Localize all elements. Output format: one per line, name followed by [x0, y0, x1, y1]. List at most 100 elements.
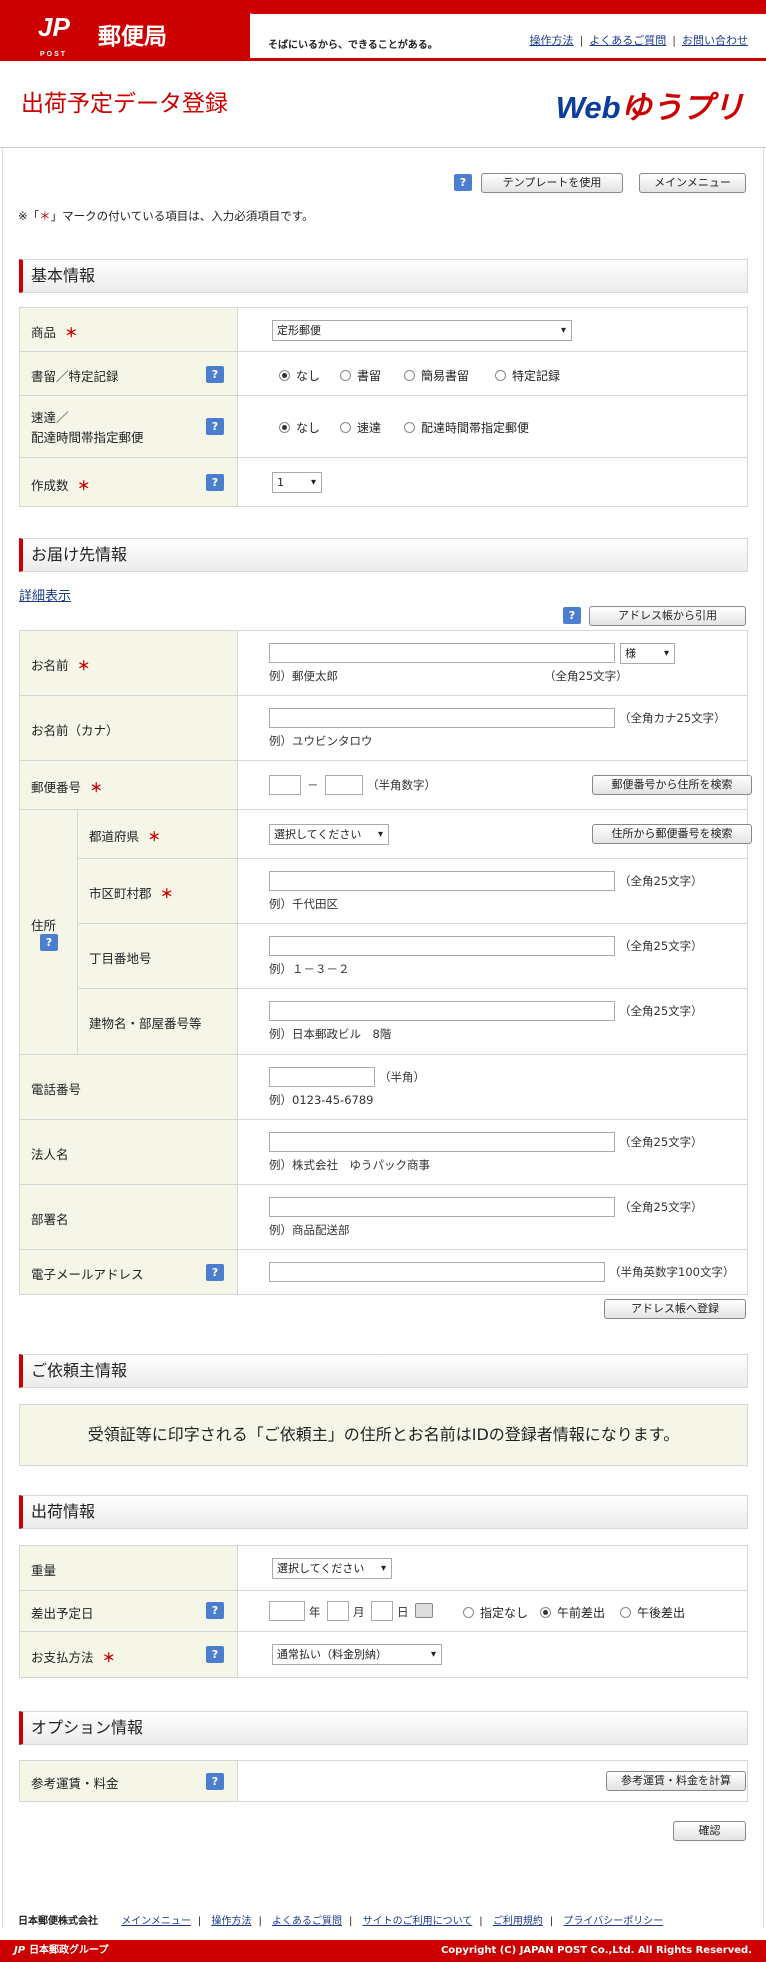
help-icon[interactable]: ?: [206, 1646, 224, 1663]
radio-icon: [404, 422, 415, 433]
kana-label: お名前（カナ）: [31, 723, 119, 738]
dept-input[interactable]: [269, 1197, 615, 1217]
city-input[interactable]: [269, 871, 615, 891]
help-icon[interactable]: ?: [454, 174, 472, 191]
web-yupri-logo: Webゆうプリ: [556, 82, 744, 127]
radio-time-none[interactable]: 指定なし: [463, 1604, 528, 1621]
page-border-left: [2, 148, 3, 1928]
pref-select[interactable]: 選択してください: [269, 824, 389, 845]
required-mark: ＊: [90, 780, 103, 795]
footer-link-privacy[interactable]: プライバシーポリシー: [563, 1916, 663, 1927]
example-text: 例）１－３－２: [269, 962, 350, 976]
help-icon[interactable]: ?: [40, 934, 58, 951]
day-input[interactable]: [371, 1601, 393, 1621]
required-mark: ＊: [77, 658, 91, 673]
logo-mark: JP: [38, 12, 70, 42]
radio-express-sokutatsu[interactable]: 速達: [340, 419, 381, 436]
logo-yupri: ゆうプリ: [620, 90, 744, 125]
product-label-text: 商品: [31, 325, 57, 340]
address-search-button[interactable]: 住所から郵便番号を検索: [592, 824, 752, 844]
help-icon[interactable]: ?: [206, 1264, 224, 1281]
help-icon[interactable]: ?: [206, 366, 224, 383]
count-label-text: 作成数: [31, 478, 69, 493]
note-mark: ＊: [39, 209, 51, 223]
address-book-button[interactable]: アドレス帳から引用: [589, 606, 746, 626]
footer-link-site-use[interactable]: サイトのご利用について: [363, 1916, 473, 1927]
radio-label: 配達時間帯指定郵便: [421, 421, 530, 435]
use-template-button[interactable]: テンプレートを使用: [481, 173, 623, 193]
radio-time-pm[interactable]: 午後差出: [620, 1604, 685, 1621]
radio-icon: [620, 1607, 631, 1618]
month-input[interactable]: [327, 1601, 349, 1621]
radio-icon: [340, 422, 351, 433]
footer-link-faq[interactable]: よくあるご質問: [272, 1916, 342, 1927]
section-basic-heading: 基本情報: [19, 259, 748, 293]
link-how-to[interactable]: 操作方法: [530, 34, 574, 47]
example-text: 例）ユウビンタロウ: [269, 734, 373, 748]
zip-dash: －: [307, 778, 319, 792]
hint-text: （全角25文字）: [619, 1200, 703, 1214]
count-select[interactable]: 1: [272, 472, 322, 493]
jp-post-logo[interactable]: JP POST: [38, 12, 82, 58]
example-text: 例）株式会社 ゆうパック商事: [269, 1158, 430, 1172]
top-links: 操作方法 | よくあるご質問 | お問い合わせ: [529, 34, 748, 47]
name-input[interactable]: [269, 643, 615, 663]
help-icon[interactable]: ?: [206, 1773, 224, 1790]
radio-registered-kakitome[interactable]: 書留: [340, 367, 381, 384]
corp-input[interactable]: [269, 1132, 615, 1152]
link-faq[interactable]: よくあるご質問: [589, 34, 666, 47]
brand-name: 郵便局: [98, 24, 167, 50]
label-cell: 電子メールアドレス?: [20, 1250, 238, 1294]
radio-registered-simple[interactable]: 簡易書留: [404, 367, 469, 384]
zip-second-input[interactable]: [325, 775, 363, 795]
calc-fee-button[interactable]: 参考運賃・料金を計算: [606, 1771, 746, 1791]
express-label-2: 配達時間帯指定郵便: [31, 430, 144, 445]
email-input[interactable]: [269, 1262, 605, 1282]
radio-checked-icon: [540, 1607, 551, 1618]
main-menu-button[interactable]: メインメニュー: [639, 173, 746, 193]
help-icon[interactable]: ?: [563, 607, 581, 624]
hint-text: （全角カナ25文字）: [619, 711, 726, 725]
radio-time-am[interactable]: 午前差出: [540, 1604, 605, 1621]
footer-link-terms[interactable]: ご利用規約: [493, 1916, 543, 1927]
label-cell: 商品 ＊: [20, 308, 238, 351]
radio-express-none[interactable]: なし: [279, 419, 320, 436]
required-note: ※「＊」マークの付いている項目は、入力必須項目です。: [18, 208, 314, 224]
help-icon[interactable]: ?: [206, 474, 224, 491]
year-suffix: 年: [309, 1605, 321, 1619]
page-border-right: [763, 148, 764, 1928]
pref-label-text: 都道府県: [89, 829, 140, 844]
link-contact[interactable]: お問い合わせ: [682, 34, 748, 47]
payment-select[interactable]: 通常払い（料金別納）: [272, 1644, 442, 1665]
weight-select[interactable]: 選択してください: [272, 1558, 392, 1579]
weight-label: 重量: [31, 1563, 57, 1578]
honorific-select[interactable]: 様: [620, 643, 675, 664]
value-cell: （全角25文字） 例）１－３－２: [239, 924, 747, 988]
radio-express-time[interactable]: 配達時間帯指定郵便: [404, 419, 529, 436]
hint-text: （全角25文字）: [544, 669, 628, 683]
zip-search-button[interactable]: 郵便番号から住所を検索: [592, 775, 752, 795]
section-ship-heading: 出荷情報: [19, 1495, 748, 1529]
year-input[interactable]: [269, 1601, 305, 1621]
footer-link-howto[interactable]: 操作方法: [211, 1916, 251, 1927]
building-input[interactable]: [269, 1001, 615, 1021]
kana-input[interactable]: [269, 708, 615, 728]
radio-registered-none[interactable]: なし: [279, 367, 320, 384]
help-icon[interactable]: ?: [206, 1602, 224, 1619]
zip-first-input[interactable]: [269, 775, 301, 795]
product-select[interactable]: 定形郵便: [272, 320, 572, 341]
pref-label: 都道府県 ＊: [89, 826, 161, 845]
register-address-button[interactable]: アドレス帳へ登録: [604, 1299, 746, 1319]
confirm-button[interactable]: 確認: [673, 1821, 746, 1841]
footer-link-menu[interactable]: メインメニュー: [121, 1916, 191, 1927]
help-icon[interactable]: ?: [206, 418, 224, 435]
radio-registered-record[interactable]: 特定記録: [495, 367, 560, 384]
footer-group: JP 日本郵政グループ: [14, 1940, 108, 1962]
registered-label: 書留／特定記録: [31, 369, 119, 384]
calendar-icon[interactable]: [415, 1603, 433, 1618]
address-group-label: 住所 ?: [20, 810, 78, 1054]
street-input[interactable]: [269, 936, 615, 956]
phone-input[interactable]: [269, 1067, 375, 1087]
row-registered: 書留／特定記録? なし 書留 簡易書留 特定記録: [19, 351, 748, 396]
detail-link[interactable]: 詳細表示: [19, 585, 71, 604]
